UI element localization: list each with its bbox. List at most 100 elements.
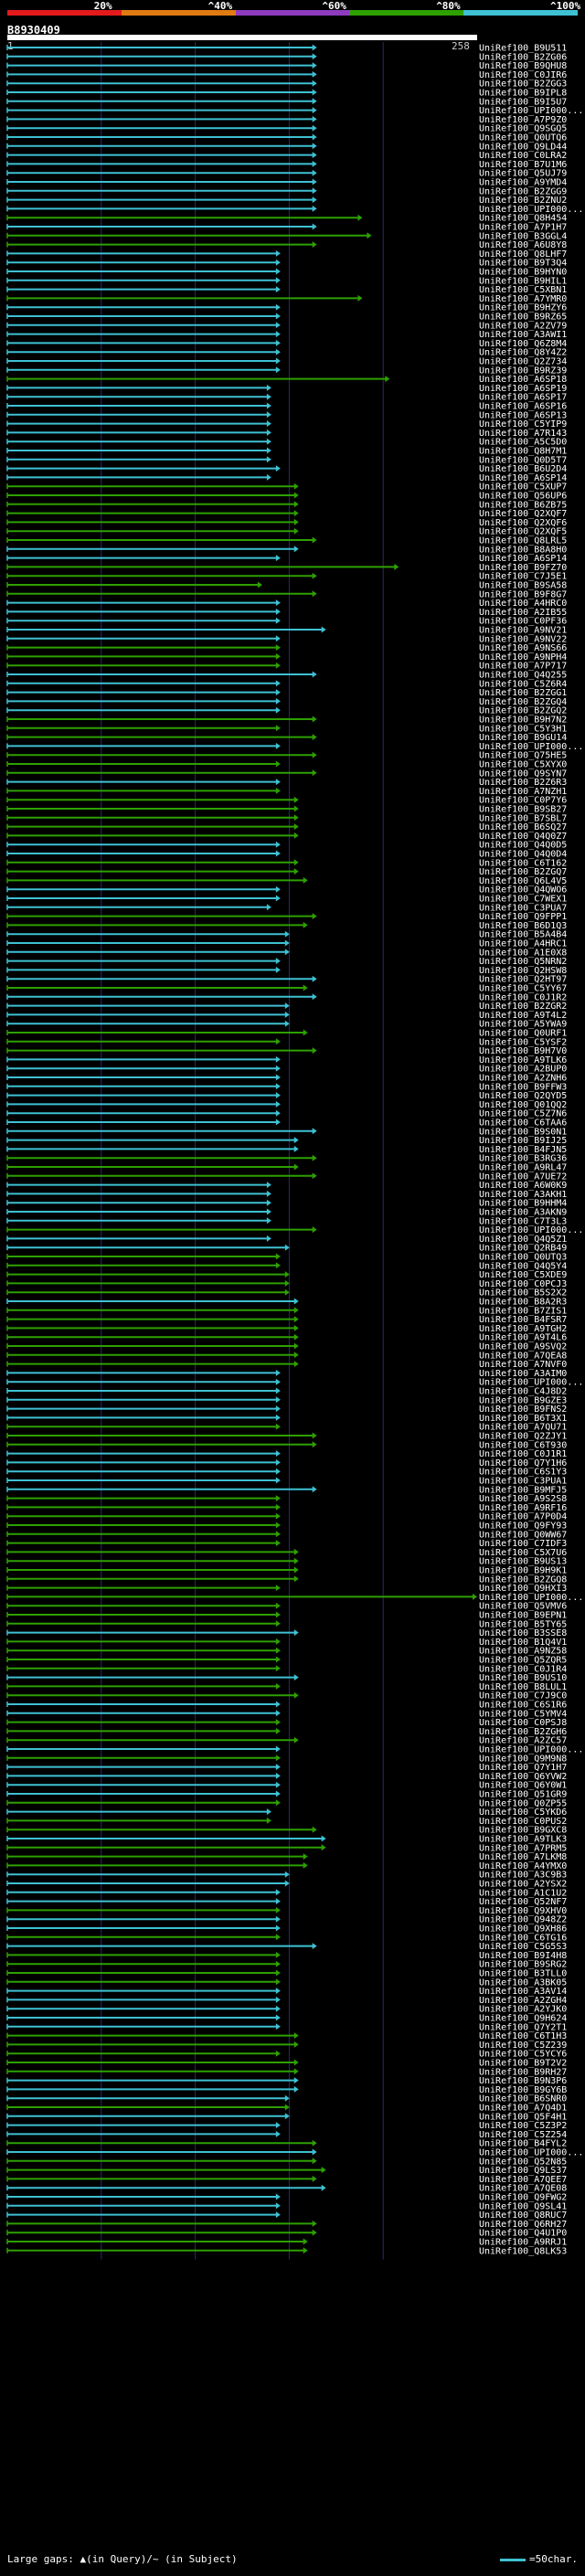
hit-arrowhead — [275, 339, 281, 346]
hit-arrowhead — [312, 152, 317, 159]
hit-arrowhead — [275, 779, 281, 786]
hit-arrowhead — [303, 921, 308, 928]
hit-arrowhead — [293, 501, 299, 508]
hit-arrowhead — [275, 706, 281, 714]
hit-arrowhead — [275, 357, 281, 365]
hit-arrowhead — [303, 1853, 308, 1860]
hit-arrowhead — [275, 885, 281, 893]
hit-arrowhead — [275, 259, 281, 266]
hit-arrowhead — [275, 1915, 281, 1923]
hit-arrowhead — [275, 1109, 281, 1117]
hit-arrowhead — [312, 769, 317, 777]
hit-arrowhead — [275, 644, 281, 652]
scale-note: =50char. — [500, 2553, 578, 2565]
hit-arrowhead — [275, 2202, 281, 2210]
hit-arrowhead — [293, 1352, 299, 1359]
hit-arrowhead — [275, 1100, 281, 1108]
hit-arrowhead — [266, 384, 271, 391]
hit-arrowhead — [293, 1674, 299, 1681]
hit-arrowhead — [275, 689, 281, 696]
hit-arrowhead — [293, 1736, 299, 1744]
hit-arrowhead — [275, 331, 281, 338]
hit-arrowhead — [275, 1889, 281, 1896]
hit-arrowhead — [275, 1083, 281, 1090]
hit-arrowhead — [312, 716, 317, 723]
hit-arrowhead — [275, 303, 281, 311]
hit-arrowhead — [275, 1092, 281, 1099]
hit-arrowhead — [275, 760, 281, 768]
hit-arrowhead — [275, 2130, 281, 2137]
hit-arrowhead — [293, 1548, 299, 1555]
hit-arrowhead — [312, 913, 317, 920]
hit-arrowhead — [312, 1226, 317, 1234]
hit-arrowhead — [312, 536, 317, 544]
hit-arrowhead — [312, 89, 317, 96]
hit-arrowhead — [275, 1898, 281, 1905]
hit-arrowhead — [312, 2148, 317, 2156]
hit-arrowhead — [312, 124, 317, 132]
hit-arrowhead — [266, 1199, 271, 1206]
hit-arrowhead — [312, 1154, 317, 1161]
hit-arrowhead — [275, 1118, 281, 1126]
hit-arrowhead — [275, 1647, 281, 1654]
hit-arrowhead — [275, 348, 281, 355]
hit-arrowhead — [275, 1262, 281, 1269]
hit-arrowhead — [266, 420, 271, 428]
hit-arrowhead — [303, 984, 308, 991]
hit-arrowhead — [275, 1727, 281, 1734]
hit-arrowhead — [275, 313, 281, 320]
hit-arrowhead — [293, 823, 299, 831]
hit-arrowhead — [293, 1342, 299, 1350]
hit-arrowhead — [275, 1450, 281, 1458]
hit-arrowhead — [293, 527, 299, 535]
hit-arrowhead — [275, 1781, 281, 1788]
hit-arrowhead — [266, 1190, 271, 1197]
hit-arrowhead — [293, 1324, 299, 1331]
hit-arrowhead — [275, 1638, 281, 1645]
hit-arrowhead — [321, 1835, 326, 1842]
hit-arrowhead — [275, 1540, 281, 1547]
hit-arrowhead — [275, 608, 281, 615]
hit-arrowhead — [312, 2139, 317, 2147]
hit-arrowhead — [275, 1477, 281, 1484]
hit-arrowhead — [275, 366, 281, 374]
hit-arrowhead — [266, 1217, 271, 1224]
hit-arrowhead — [275, 1960, 281, 1967]
hit-arrowhead — [266, 411, 271, 419]
hit-arrowhead — [266, 429, 271, 436]
hit-arrowhead — [275, 1710, 281, 1717]
hit-arrowhead — [473, 1593, 477, 1600]
hit-arrowhead — [275, 1799, 281, 1807]
hit-arrowhead — [293, 510, 299, 517]
hit-arrowhead — [293, 1298, 299, 1305]
hit-arrowhead — [275, 2014, 281, 2021]
hit-arrowhead — [293, 1137, 299, 1144]
hit-arrowhead — [275, 680, 281, 687]
hit-arrowhead — [293, 2041, 299, 2048]
hit-arrowhead — [321, 2167, 326, 2174]
hit-arrowhead — [275, 1988, 281, 1995]
hit-arrowhead — [312, 98, 317, 105]
hit-arrowhead — [275, 599, 281, 607]
hit-arrowhead — [293, 2059, 299, 2066]
hit-arrowhead — [275, 322, 281, 329]
hit-arrowhead — [312, 160, 317, 167]
hit-arrowhead — [293, 859, 299, 866]
hit-arrowhead — [293, 1691, 299, 1699]
hit-arrowhead — [275, 268, 281, 275]
hit-arrowhead — [275, 1682, 281, 1690]
hit-arrowhead — [257, 581, 262, 588]
hit-arrowhead — [312, 1128, 317, 1135]
hit-arrowhead — [275, 2211, 281, 2219]
hit-arrowhead — [293, 492, 299, 499]
hit-arrowhead — [312, 1486, 317, 1493]
hit-arrowhead — [321, 626, 326, 633]
hit-arrowhead — [275, 1934, 281, 1941]
hit-arrowhead — [275, 966, 281, 973]
hit-arrowhead — [312, 223, 317, 230]
hit-arrowhead — [293, 1333, 299, 1341]
hit-arrowhead — [275, 465, 281, 472]
hit-arrowhead — [275, 1396, 281, 1404]
hit-arrowhead — [312, 1943, 317, 1950]
hit-arrowhead — [266, 1808, 271, 1816]
